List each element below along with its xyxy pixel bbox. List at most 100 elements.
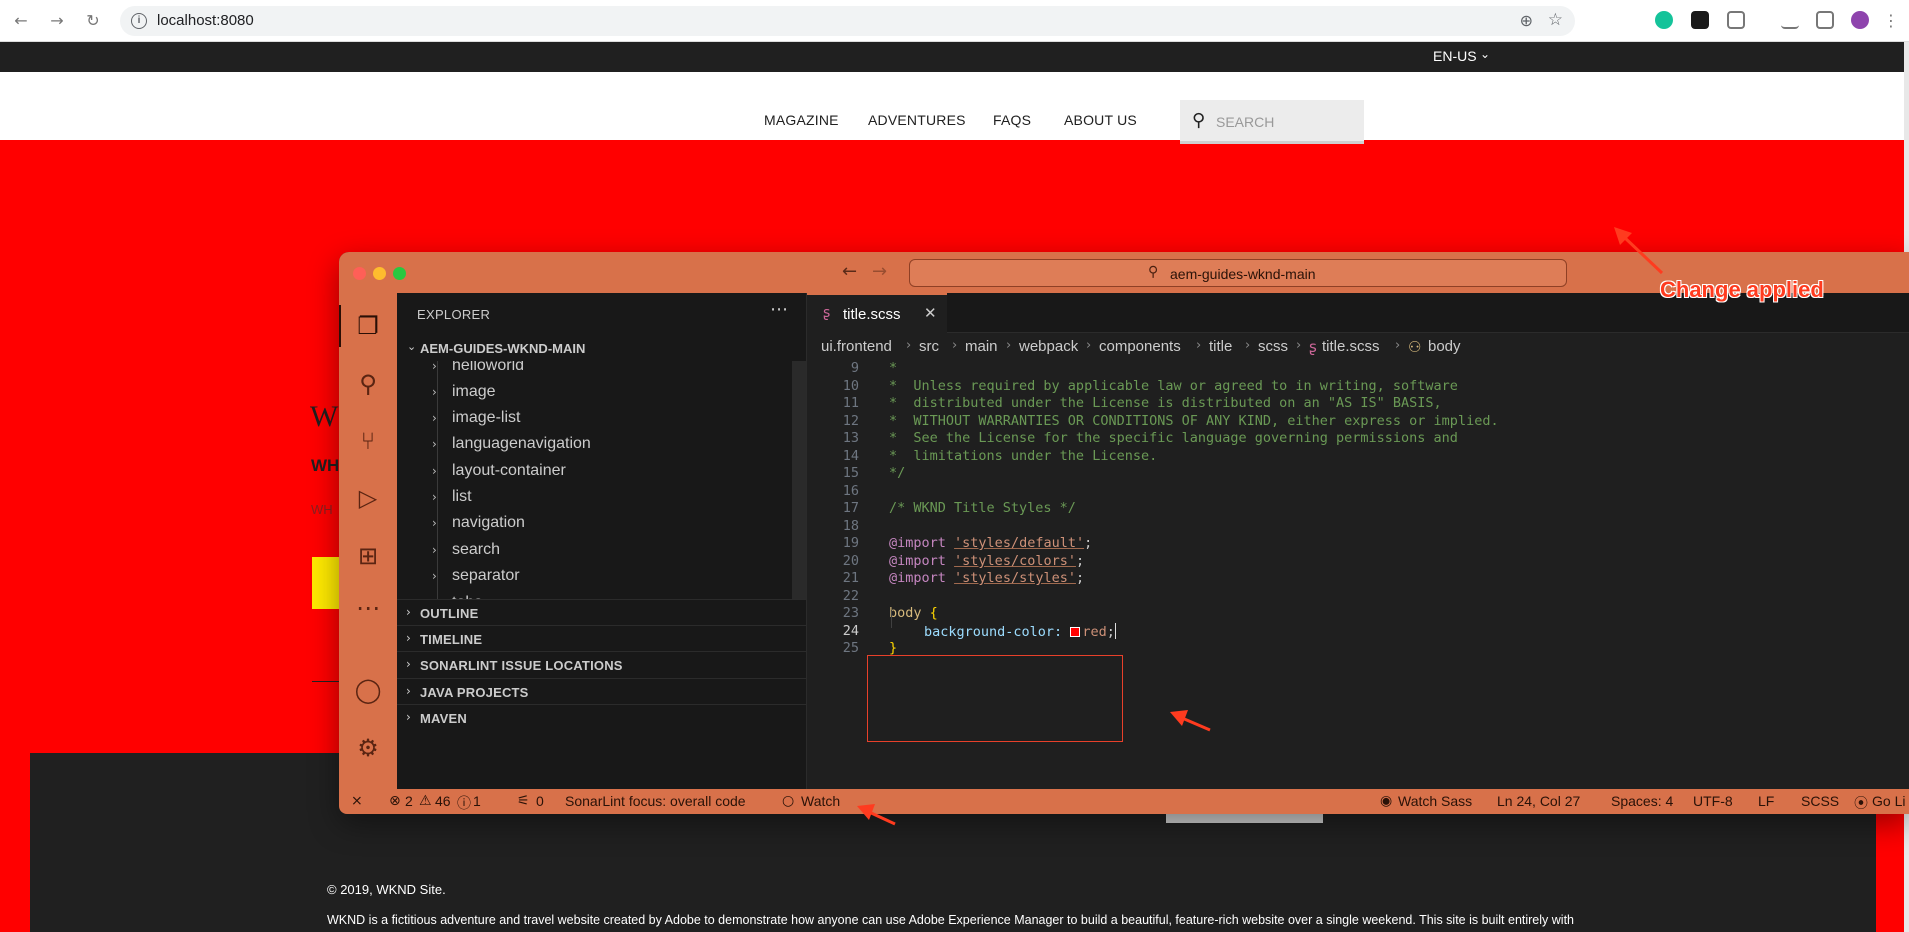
tree-folder[interactable]: › image: [432, 379, 496, 405]
grammarly-extension-icon[interactable]: [1655, 11, 1673, 29]
url-text[interactable]: localhost:8080: [157, 12, 254, 29]
nav-magazine[interactable]: MAGAZINE: [764, 112, 839, 128]
breadcrumb-item[interactable]: scss: [1258, 338, 1288, 355]
chevron-down-icon[interactable]: ⌄: [407, 340, 416, 353]
address-bar[interactable]: i localhost:8080 ⊕ ☆: [120, 6, 1575, 36]
info-icon[interactable]: ⓘ: [457, 793, 471, 813]
downloads-icon[interactable]: [1781, 11, 1799, 29]
reload-icon[interactable]: ↻: [82, 10, 104, 32]
tree-folder[interactable]: › separator: [432, 563, 520, 589]
adobe-extension-icon[interactable]: [1691, 11, 1709, 29]
more-icon[interactable]: ⋯: [353, 593, 383, 623]
tree-folder[interactable]: › languagenavigation: [432, 431, 591, 457]
tree-folder[interactable]: › search: [432, 537, 500, 563]
search-placeholder: SEARCH: [1216, 114, 1275, 130]
extensions-puzzle-icon[interactable]: [1727, 11, 1745, 29]
footer-button[interactable]: [1166, 814, 1323, 823]
tree-scrollbar[interactable]: [792, 361, 806, 599]
breadcrumb-item[interactable]: body: [1428, 338, 1461, 355]
nav-adventures[interactable]: ADVENTURES: [868, 112, 966, 128]
breadcrumb-item[interactable]: ui.frontend: [821, 338, 892, 355]
run-debug-icon[interactable]: ▷: [353, 483, 383, 513]
settings-gear-icon[interactable]: ⚙: [353, 733, 383, 763]
language-selector[interactable]: EN-US: [1433, 48, 1477, 64]
forward-arrow-icon[interactable]: →: [46, 10, 68, 32]
bookmark-star-icon[interactable]: ☆: [1548, 10, 1563, 30]
end-of-line[interactable]: LF: [1758, 793, 1774, 809]
tree-folder[interactable]: › image-list: [432, 405, 520, 431]
project-root[interactable]: AEM-GUIDES-WKND-MAIN: [420, 341, 585, 356]
outline-section[interactable]: › OUTLINE: [397, 599, 806, 625]
close-window-button[interactable]: [353, 267, 366, 280]
command-center[interactable]: ⚲ aem-guides-wknd-main: [909, 259, 1567, 287]
code-line: */: [889, 465, 906, 481]
code-line: @import 'styles/styles';: [889, 570, 1085, 586]
breadcrumb-item[interactable]: webpack: [1019, 338, 1078, 355]
tree-folder[interactable]: › helloworld: [432, 361, 524, 379]
watch-button[interactable]: Watch: [801, 793, 840, 809]
search-icon: ⚲: [1192, 110, 1206, 131]
tree-folder[interactable]: ›tabs: [432, 590, 482, 599]
tab-title-scss[interactable]: ʂ title.scss ✕: [807, 293, 947, 333]
chevron-down-icon[interactable]: ⌄: [1480, 47, 1490, 61]
sonarlint-focus[interactable]: SonarLint focus: overall code: [565, 793, 746, 809]
chevron-right-icon: ›: [1006, 338, 1012, 353]
timeline-section[interactable]: › TIMELINE: [397, 625, 806, 651]
explorer-files-icon[interactable]: ❐: [353, 311, 383, 341]
language-mode[interactable]: SCSS: [1801, 793, 1839, 809]
back-arrow-icon[interactable]: ←: [842, 261, 857, 282]
annotation-arrow: [857, 804, 896, 826]
tree-folder[interactable]: › navigation: [432, 510, 525, 536]
extensions-icon[interactable]: ⊞: [353, 541, 383, 571]
source-control-icon[interactable]: ⑂: [353, 426, 383, 456]
remote-indicator-icon[interactable]: ⨯: [351, 793, 363, 809]
warning-count[interactable]: 46: [435, 793, 451, 809]
search-icon[interactable]: ⚲: [353, 369, 383, 399]
breadcrumb-item[interactable]: main: [965, 338, 998, 355]
more-actions-icon[interactable]: ⋯: [770, 299, 788, 320]
warning-icon[interactable]: ⚠: [419, 793, 432, 809]
go-live-button[interactable]: Go Li: [1872, 793, 1905, 809]
breadcrumb-item[interactable]: title: [1209, 338, 1232, 355]
watch-sass-button[interactable]: Watch Sass: [1398, 793, 1472, 809]
tree-folder[interactable]: › list: [432, 484, 472, 510]
nav-about-us[interactable]: ABOUT US: [1064, 112, 1137, 128]
chevron-right-icon: ›: [432, 490, 437, 504]
error-icon[interactable]: ⊗: [389, 793, 401, 809]
indentation[interactable]: Spaces: 4: [1611, 793, 1673, 809]
maximize-window-button[interactable]: [393, 267, 406, 280]
zoom-icon[interactable]: ⊕: [1520, 11, 1533, 30]
site-info-icon[interactable]: i: [131, 13, 147, 29]
file-tree: › helloworld › image › image-list › language…: [397, 361, 807, 599]
nav-faqs[interactable]: FAQS: [993, 112, 1031, 128]
sass-file-icon: ʂ: [823, 305, 831, 321]
tree-folder[interactable]: › layout-container: [432, 458, 566, 484]
code-line: * limitations under the License.: [889, 448, 1158, 464]
cursor-position[interactable]: Ln 24, Col 27: [1497, 793, 1580, 809]
side-panel-icon[interactable]: [1816, 11, 1834, 29]
indent-guide: [891, 610, 892, 628]
code-line: * Unless required by applicable law or a…: [889, 378, 1458, 394]
encoding[interactable]: UTF-8: [1693, 793, 1733, 809]
profile-avatar-icon[interactable]: [1851, 11, 1869, 29]
cta-button[interactable]: [312, 557, 342, 609]
site-search-input[interactable]: ⚲ SEARCH: [1180, 100, 1364, 144]
forward-arrow-icon[interactable]: →: [872, 261, 887, 282]
account-icon[interactable]: ◯: [353, 675, 383, 705]
ports-count[interactable]: 0: [536, 793, 544, 809]
code-line: }: [889, 640, 898, 656]
breadcrumb-item[interactable]: components: [1099, 338, 1181, 355]
color-swatch[interactable]: [1070, 627, 1081, 637]
breadcrumb-item[interactable]: src: [919, 338, 939, 355]
error-count[interactable]: 2: [405, 793, 413, 809]
minimize-window-button[interactable]: [373, 267, 386, 280]
maven-section[interactable]: › MAVEN: [397, 704, 806, 730]
info-count[interactable]: 1: [473, 793, 481, 809]
back-arrow-icon[interactable]: ←: [10, 10, 32, 32]
breadcrumb-item[interactable]: title.scss: [1322, 338, 1380, 355]
sonarlint-issue-locations-section[interactable]: › SONARLINT ISSUE LOCATIONS: [397, 651, 806, 677]
close-icon[interactable]: ✕: [924, 304, 937, 322]
ports-icon[interactable]: ⚟: [517, 793, 530, 809]
browser-menu-icon[interactable]: ⋮: [1880, 10, 1902, 32]
java-projects-section[interactable]: › JAVA PROJECTS: [397, 678, 806, 704]
